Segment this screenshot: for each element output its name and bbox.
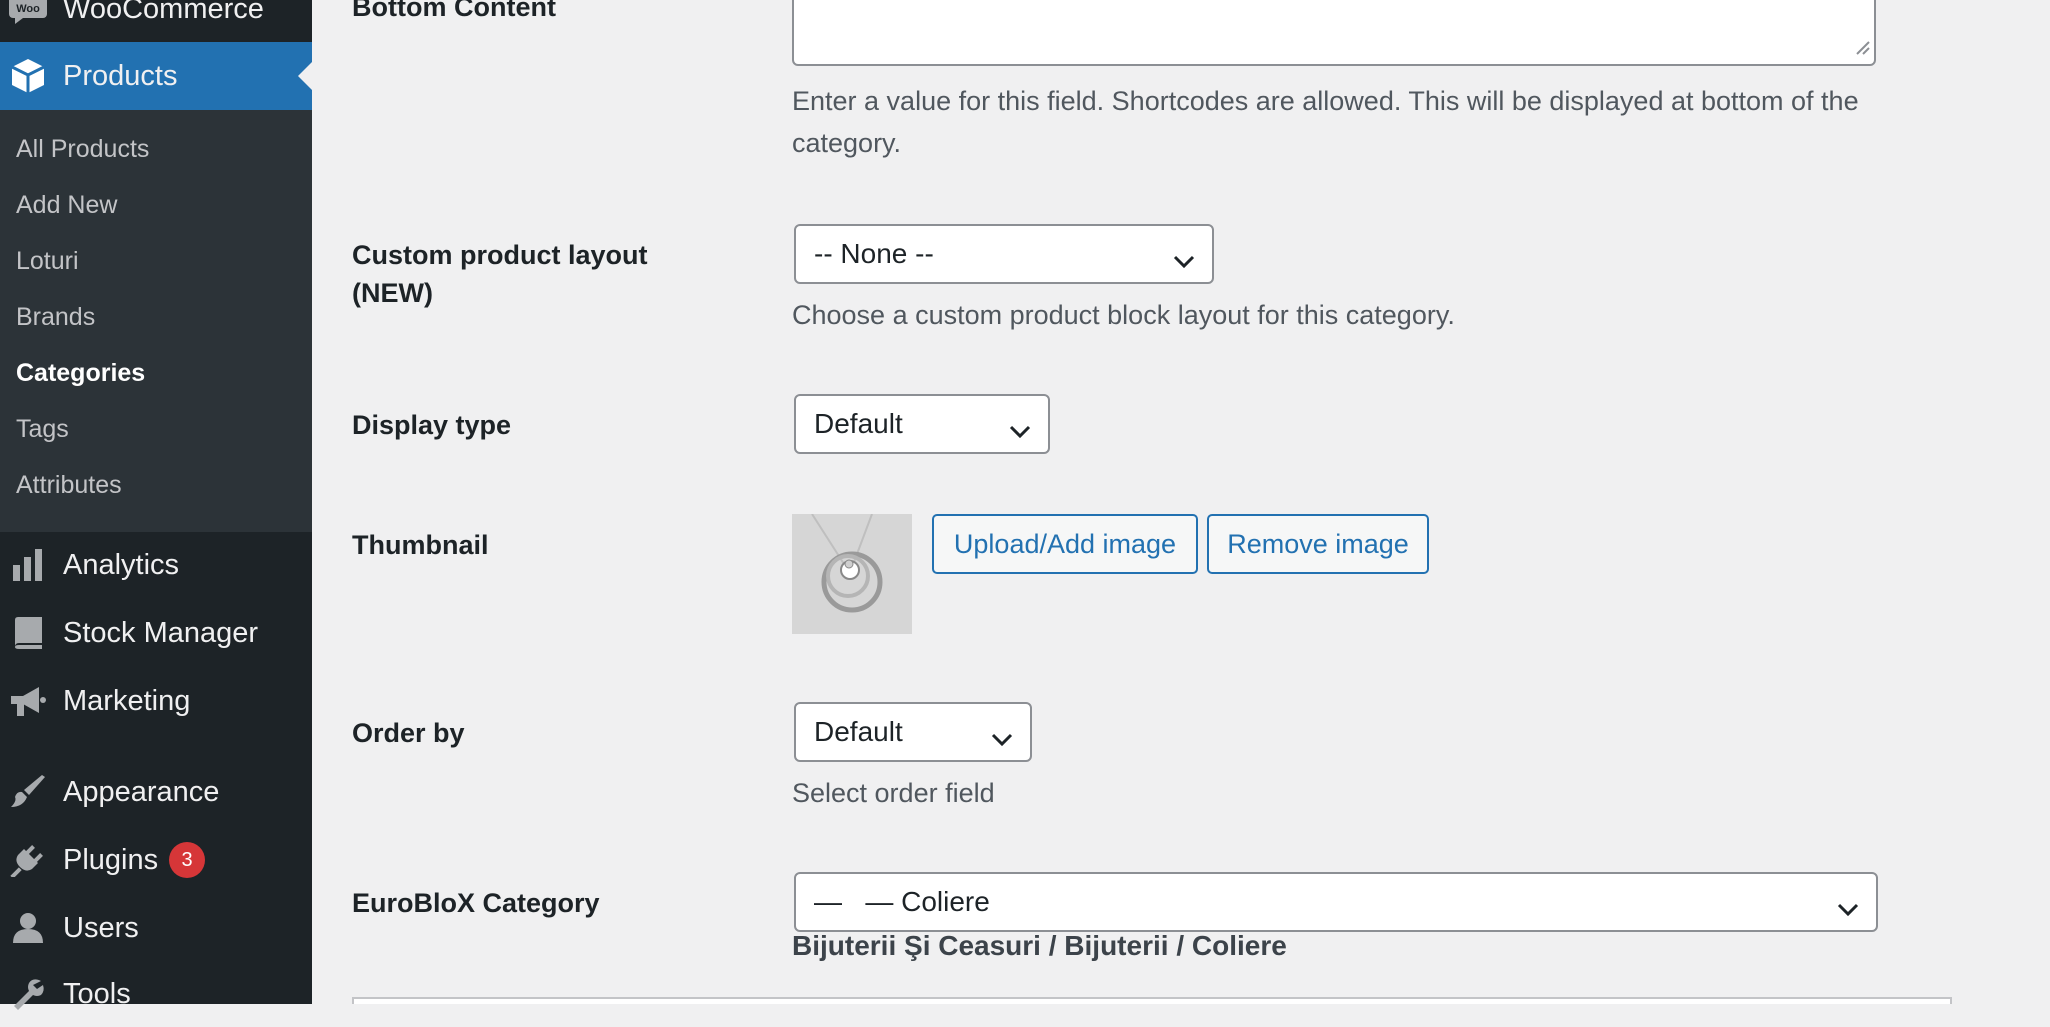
- brush-icon: [8, 772, 48, 812]
- menu-item-stock-manager[interactable]: Stock Manager: [0, 600, 312, 666]
- display-type-selected: Default: [814, 408, 903, 439]
- submenu-item-all-products[interactable]: All Products: [16, 135, 149, 164]
- woo-icon: Woo: [8, 0, 48, 29]
- submenu-item-categories[interactable]: Categories: [16, 359, 145, 388]
- submenu-item-brands[interactable]: Brands: [16, 303, 95, 332]
- submenu-item-attributes[interactable]: Attributes: [16, 471, 122, 500]
- menu-label: Plugins: [63, 843, 159, 876]
- menu-item-marketing[interactable]: Marketing: [0, 668, 312, 734]
- custom-layout-selected: -- None --: [814, 238, 934, 269]
- submenu-item-add-new[interactable]: Add New: [16, 191, 117, 220]
- euroblox-category-select[interactable]: — — Coliere: [794, 872, 1878, 932]
- submenu-item-tags[interactable]: Tags: [16, 415, 69, 444]
- display-type-select[interactable]: Default: [794, 394, 1050, 454]
- chevron-down-icon: [1836, 893, 1860, 925]
- menu-label: Products: [63, 59, 178, 92]
- menu-label: Marketing: [63, 684, 191, 717]
- svg-text:Woo: Woo: [16, 3, 40, 15]
- resize-grip-icon[interactable]: [1854, 39, 1870, 60]
- custom-layout-description: Choose a custom product block layout for…: [792, 300, 1455, 330]
- menu-label: WooCommerce: [63, 0, 264, 25]
- menu-item-users[interactable]: Users: [0, 895, 312, 961]
- display-type-label: Display type: [352, 410, 512, 440]
- euroblox-category-selected: — — Coliere: [814, 886, 990, 917]
- bar-chart-icon: [8, 545, 48, 585]
- plug-icon: [8, 840, 48, 880]
- menu-item-woocommerce[interactable]: Woo WooCommerce: [0, 0, 312, 42]
- upload-image-button[interactable]: Upload/Add image: [932, 514, 1198, 574]
- megaphone-icon: [8, 681, 48, 721]
- euroblox-category-label: EuroBloX Category: [352, 888, 600, 918]
- book-icon: [8, 613, 48, 653]
- custom-layout-select[interactable]: -- None --: [794, 224, 1214, 284]
- thumbnail-label: Thumbnail: [352, 530, 489, 560]
- chevron-down-icon: [1172, 245, 1196, 277]
- admin-sidebar: Woo WooCommerce Products All Products Ad…: [0, 0, 312, 1010]
- menu-label: Appearance: [63, 775, 220, 808]
- remove-image-button[interactable]: Remove image: [1207, 514, 1429, 574]
- user-icon: [8, 908, 48, 948]
- edit-category-form: Bottom Content Enter a value for this fi…: [312, 0, 2050, 1004]
- menu-label: Users: [63, 911, 139, 944]
- menu-item-products[interactable]: Products: [0, 42, 312, 110]
- order-by-select[interactable]: Default: [794, 702, 1032, 762]
- order-by-selected: Default: [814, 716, 903, 747]
- chevron-down-icon: [1008, 415, 1032, 447]
- box-icon: [8, 56, 48, 96]
- products-submenu: All Products Add New Loturi Brands Categ…: [0, 110, 312, 532]
- plugins-update-badge: 3: [169, 842, 205, 878]
- menu-item-appearance[interactable]: Appearance: [0, 759, 312, 825]
- menu-label: Tools: [63, 977, 131, 1010]
- menu-label: Stock Manager: [63, 616, 259, 649]
- order-by-description: Select order field: [792, 778, 995, 808]
- menu-item-analytics[interactable]: Analytics: [0, 532, 312, 598]
- menu-item-plugins[interactable]: Plugins 3: [0, 827, 312, 893]
- wrench-icon: [8, 974, 48, 1014]
- next-section-box: [352, 997, 1952, 1004]
- euroblox-category-path: Bijuterii Şi Ceasuri / Bijuterii / Colie…: [792, 930, 1287, 961]
- menu-item-tools[interactable]: Tools: [0, 961, 312, 1027]
- bottom-content-description: Enter a value for this field. Shortcodes…: [792, 86, 1859, 158]
- custom-layout-label: Custom product layout (NEW): [352, 240, 648, 308]
- thumbnail-image: [792, 514, 912, 634]
- chevron-down-icon: [990, 723, 1014, 755]
- order-by-label: Order by: [352, 718, 465, 748]
- bottom-content-label: Bottom Content: [352, 0, 556, 22]
- submenu-item-loturi[interactable]: Loturi: [16, 247, 79, 276]
- menu-label: Analytics: [63, 548, 180, 581]
- bottom-content-textarea[interactable]: [792, 0, 1876, 66]
